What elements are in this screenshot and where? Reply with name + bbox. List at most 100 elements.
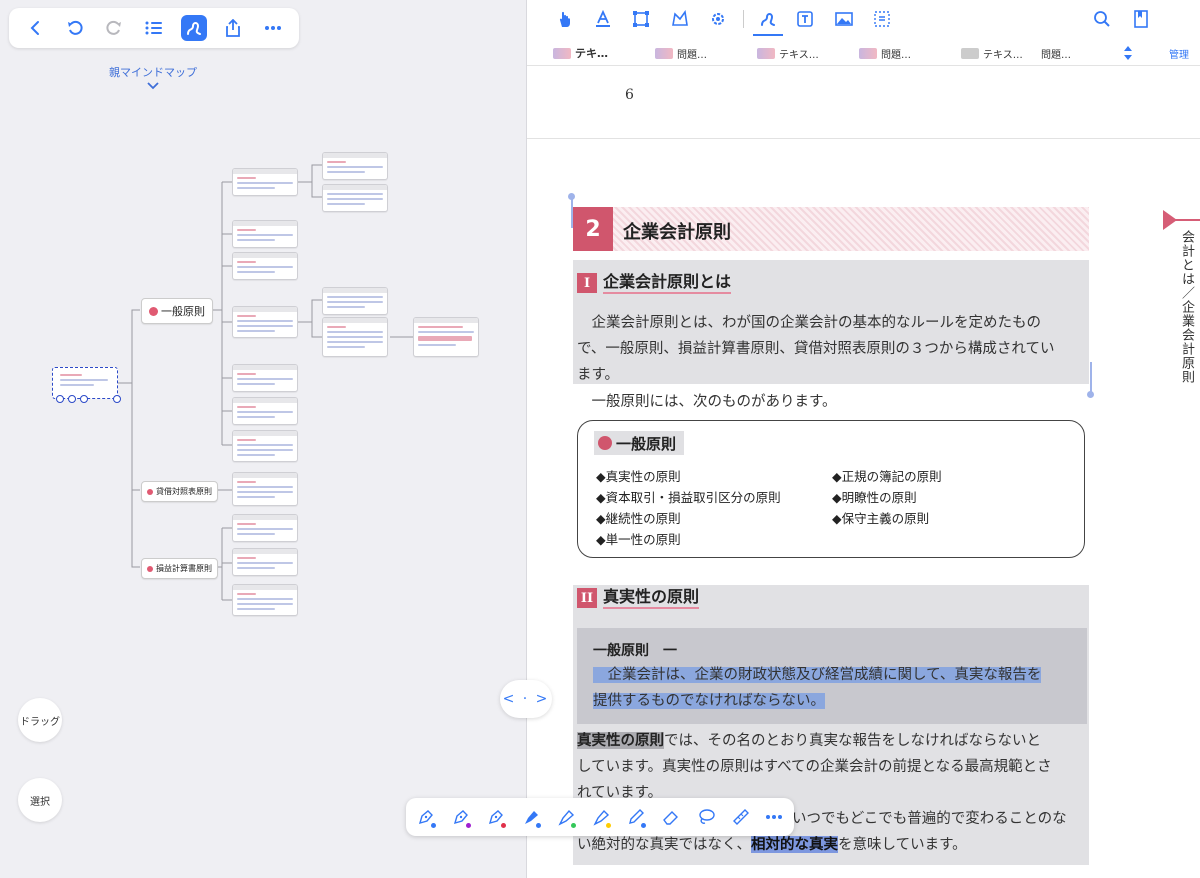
hand-icon[interactable] <box>553 7 577 31</box>
split-arrows-icon: < · > <box>502 691 550 707</box>
text-line: では、その名のとおり真実な報告をしなければならないと <box>664 733 1041 749</box>
pencil-icon[interactable] <box>624 805 648 829</box>
box-header: 一般原則 <box>594 431 685 455</box>
box-item: ◆継続性の原則 <box>596 511 681 526</box>
node-handle[interactable] <box>80 395 88 403</box>
document-pane: テキ… 問題… テキス… 問題… テキス… 問題… 管理 6 2 企業会計原則 … <box>526 0 1200 878</box>
box-item: ◆正規の簿記の原則 <box>832 469 942 484</box>
highlighter-icon[interactable] <box>519 805 543 829</box>
page-number: 6 <box>625 87 634 103</box>
split-view-handle[interactable]: < · > <box>500 680 552 718</box>
sort-icon[interactable] <box>1123 45 1133 61</box>
tab-2[interactable]: 問題… <box>655 42 707 64</box>
chapter-side-tab: 会計とは／企業会計原則 <box>1157 210 1200 430</box>
more-icon[interactable] <box>762 805 786 829</box>
branch-dot-icon <box>147 565 153 572</box>
text-line: で、一般原則、損益計算書原則、貸借対照表原則の３つから構成されてい <box>577 341 1055 357</box>
document-toolbar <box>527 0 1200 38</box>
mindmap-card[interactable] <box>322 317 388 357</box>
crop-icon[interactable] <box>629 7 653 31</box>
node-handle[interactable] <box>68 395 76 403</box>
textbox-icon[interactable] <box>793 7 817 31</box>
box-title: 一般原則 <box>616 434 677 453</box>
subsection-numeral: I <box>577 273 597 293</box>
root-node-selected[interactable] <box>52 367 121 403</box>
flag-line <box>1171 219 1200 221</box>
image-icon[interactable] <box>832 7 856 31</box>
eraser-icon[interactable] <box>659 805 683 829</box>
color-dot <box>431 823 436 828</box>
fountain-pen-icon[interactable] <box>449 805 473 829</box>
mindmap-card[interactable] <box>413 317 479 357</box>
fountain-pen-icon[interactable] <box>484 805 508 829</box>
node-handle[interactable] <box>113 395 121 403</box>
color-dot <box>606 823 611 828</box>
text-line: い絶対的な真実ではなく、 <box>577 837 751 853</box>
highlighted-term: 相対的な真実 <box>751 836 838 853</box>
tab-thumbnail <box>859 47 877 59</box>
select-button-label: 選択 <box>30 796 50 808</box>
tab-3[interactable]: テキス… <box>757 42 819 64</box>
color-dot <box>501 823 506 828</box>
tab-5[interactable]: テキス… <box>961 42 1023 64</box>
tab-6[interactable]: 問題… <box>1041 42 1071 64</box>
manage-button[interactable]: 管理 <box>1169 46 1189 61</box>
mindmap-card[interactable] <box>232 430 298 462</box>
box-item: ◆保守主義の原則 <box>832 511 930 526</box>
mindmap-card[interactable] <box>232 168 298 196</box>
ruler-icon[interactable] <box>729 805 753 829</box>
pen-toolbar <box>406 798 794 836</box>
branch-node-income-statement[interactable]: 損益計算書原則 <box>141 558 218 579</box>
mindmap-card[interactable] <box>232 514 298 542</box>
highlighter-icon[interactable] <box>589 805 613 829</box>
lasso-icon[interactable] <box>694 805 718 829</box>
pen-icon[interactable] <box>756 7 780 31</box>
tab-thumbnail <box>757 47 775 59</box>
root-card-thumbnail <box>56 371 112 393</box>
document-tabs: テキ… 問題… テキス… 問題… テキス… 問題… 管理 <box>527 40 1200 66</box>
settings-icon[interactable] <box>706 7 730 31</box>
branch-node-general[interactable]: 一般原則 <box>141 298 213 324</box>
fountain-pen-icon[interactable] <box>414 805 438 829</box>
node-handle[interactable] <box>56 395 64 403</box>
box-item: ◆真実性の原則 <box>596 469 681 484</box>
mindmap-card[interactable] <box>232 252 298 280</box>
emphasized-term: 真実性の原則 <box>577 732 664 749</box>
bookmark-icon[interactable] <box>1129 7 1153 31</box>
highlighter-icon[interactable] <box>554 805 578 829</box>
mindmap-card[interactable] <box>232 584 298 616</box>
mindmap-card[interactable] <box>232 472 298 506</box>
text-underline-icon[interactable] <box>591 7 615 31</box>
shape-icon[interactable] <box>668 7 692 31</box>
text-line-partial: いつでもどこでも普遍的で変わることのな <box>792 811 1067 827</box>
mindmap-card[interactable] <box>232 306 298 338</box>
quote-text: 企業会計は、企業の財政状態及び経営成績に関して、真実な報告を 提供するものでなけ… <box>593 662 1083 714</box>
mindmap-card[interactable] <box>322 184 388 212</box>
selection-handle[interactable] <box>1087 391 1094 398</box>
branch-dot-icon <box>149 306 158 316</box>
mindmap-card[interactable] <box>322 152 388 180</box>
branch-label: 貸借対照表原則 <box>156 487 212 496</box>
section-title: 企業会計原則 <box>623 222 731 243</box>
dotted-select-icon[interactable] <box>870 7 894 31</box>
drag-button[interactable]: ドラッグ <box>18 698 62 742</box>
tab-1[interactable]: テキ… <box>541 42 620 66</box>
search-icon[interactable] <box>1090 7 1114 31</box>
branch-dot-icon <box>147 488 153 495</box>
mindmap-card[interactable] <box>232 220 298 248</box>
tab-label: テキス… <box>779 49 819 61</box>
mindmap-card[interactable] <box>322 287 388 315</box>
select-button[interactable]: 選択 <box>18 778 62 822</box>
previous-page-bottom: 6 <box>527 67 1200 139</box>
box-item: ◆単一性の原則 <box>596 532 681 547</box>
paragraph-general-list-intro: 一般原則には、次のものがあります。 <box>577 394 837 410</box>
mindmap-card[interactable] <box>232 548 298 576</box>
quote-heading: 一般原則 一 <box>593 643 677 659</box>
subsection-numeral: II <box>577 588 597 608</box>
branch-node-balance-sheet[interactable]: 貸借対照表原則 <box>141 481 218 502</box>
mindmap-card[interactable] <box>232 364 298 392</box>
branch-label: 損益計算書原則 <box>156 564 212 573</box>
tab-4[interactable]: 問題… <box>859 42 911 64</box>
subsection-heading-2: II 真実性の原則 <box>577 587 700 609</box>
mindmap-card[interactable] <box>232 397 298 425</box>
